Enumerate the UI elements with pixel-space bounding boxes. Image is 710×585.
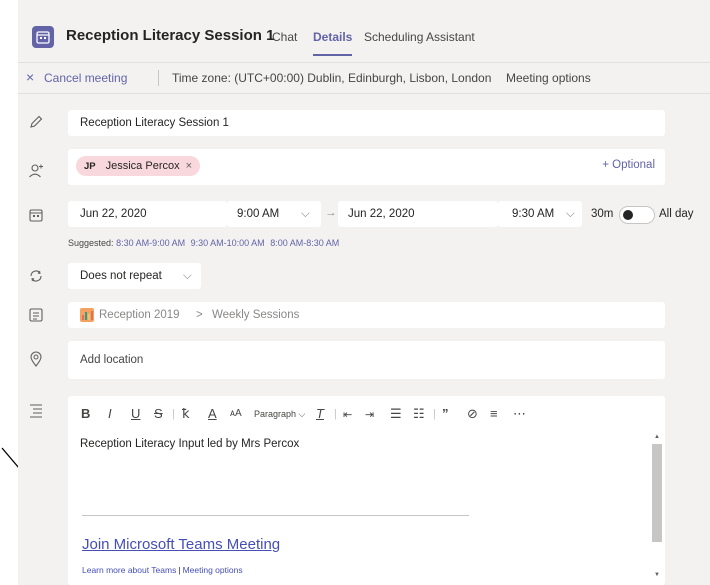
attendees-field[interactable]: JP Jessica Percox × + Optional — [68, 149, 665, 185]
close-icon[interactable]: × — [26, 69, 34, 85]
calendar-icon — [29, 209, 43, 222]
channel-team: Reception 2019 — [99, 309, 180, 321]
repeat-value: Does not repeat — [80, 270, 162, 282]
attendee-initials: JP — [84, 160, 96, 172]
location-input[interactable]: Add location — [80, 354, 143, 366]
meeting-description[interactable]: Reception Literacy Input led by Mrs Perc… — [80, 438, 299, 450]
meeting-details-window: Reception Literacy Session 1 Chat Detail… — [18, 0, 710, 585]
start-date-picker[interactable]: Jun 22, 2020 — [68, 201, 227, 227]
channel-separator: > — [196, 309, 203, 321]
meeting-options-link[interactable]: Meeting options — [183, 565, 243, 575]
add-people-icon — [29, 164, 43, 178]
remove-attendee-icon[interactable]: × — [186, 160, 192, 172]
font-color-button[interactable]: A — [208, 406, 217, 421]
divider — [158, 70, 159, 86]
suggested-label: Suggested: — [68, 238, 114, 248]
strikethrough-button[interactable]: S — [154, 406, 163, 421]
chevron-down-icon: ⌵ — [566, 208, 575, 220]
text-align-icon — [30, 404, 42, 418]
scroll-down-icon[interactable]: ▼ — [652, 572, 662, 578]
title-input[interactable]: Reception Literacy Session 1 — [80, 117, 229, 129]
end-time-picker[interactable]: 9:30 AM ⌵ — [498, 201, 582, 227]
clear-format-button[interactable]: T — [316, 406, 324, 421]
join-meeting-link[interactable]: Join Microsoft Teams Meeting — [82, 536, 280, 553]
scrollbar-thumb[interactable] — [652, 444, 662, 542]
all-day-label: All day — [659, 208, 694, 220]
numbered-list-icon[interactable]: ☷ — [413, 406, 425, 422]
meeting-title: Reception Literacy Session 1 — [66, 27, 275, 44]
increase-indent-icon[interactable]: ⇥ — [365, 408, 374, 421]
meeting-header: Reception Literacy Session 1 Chat Detail… — [18, 16, 710, 58]
paragraph-label: Paragraph — [254, 409, 297, 419]
suggested-time-3[interactable]: 8:00 AM-8:30 AM — [270, 238, 339, 248]
end-time-value: 9:30 AM — [512, 208, 555, 220]
toolbar-divider: | — [433, 408, 436, 420]
arrow-right-icon: → — [325, 207, 337, 219]
highlight-icon[interactable]: ꝁ — [182, 406, 190, 422]
meeting-links: Learn more about Teams | Meeting options — [82, 565, 243, 575]
suggested-times: Suggested: 8:30 AM-9:00 AM 9:30 AM-10:00… — [68, 238, 342, 248]
chevron-down-icon: ⌵ — [183, 270, 192, 282]
end-date-picker[interactable]: Jun 22, 2020 — [338, 201, 498, 227]
start-time-picker[interactable]: 9:00 AM ⌵ — [227, 201, 321, 227]
repeat-icon — [30, 270, 42, 282]
duration-label: 30m — [591, 208, 614, 220]
add-optional-button[interactable]: + Optional — [602, 159, 655, 171]
tab-chat[interactable]: Chat — [272, 30, 297, 44]
learn-more-link[interactable]: Learn more about Teams — [82, 565, 176, 575]
repeat-dropdown[interactable]: Does not repeat ⌵ — [68, 263, 201, 289]
pencil-icon — [30, 115, 43, 128]
timezone-selector[interactable]: Time zone: (UTC+00:00) Dublin, Edinburgh… — [172, 71, 491, 85]
location-icon — [30, 351, 42, 367]
end-date-value: Jun 22, 2020 — [348, 208, 415, 220]
start-date-value: Jun 22, 2020 — [80, 208, 147, 220]
start-time-value: 9:00 AM — [237, 208, 280, 220]
horizontal-rule-icon[interactable]: ≡ — [490, 406, 498, 421]
calendar-icon — [32, 26, 54, 48]
toolbar-divider: | — [334, 408, 337, 420]
all-day-toggle[interactable] — [619, 206, 655, 224]
title-field[interactable]: Reception Literacy Session 1 — [68, 110, 665, 136]
paragraph-dropdown[interactable]: Paragraph ⌵ — [254, 409, 305, 420]
tab-details[interactable]: Details — [313, 30, 353, 56]
chevron-down-icon: ⌵ — [301, 208, 310, 220]
attendee-chip[interactable]: JP Jessica Percox × — [76, 156, 201, 176]
tab-scheduling-assistant[interactable]: Scheduling Assistant — [364, 30, 475, 44]
font-size-button[interactable]: ᴀA — [230, 408, 242, 419]
team-icon — [80, 308, 94, 322]
command-bar: × Cancel meeting Time zone: (UTC+00:00) … — [18, 62, 710, 94]
details-editor[interactable]: B I U S | ꝁ A ᴀA Paragraph ⌵ T | ⇤ ⇥ ☰ ☷… — [68, 396, 665, 585]
underline-button[interactable]: U — [131, 406, 140, 421]
divider — [82, 515, 469, 516]
link-icon[interactable]: ⊘ — [467, 406, 478, 422]
location-field[interactable]: Add location — [68, 341, 665, 379]
suggested-time-1[interactable]: 8:30 AM-9:00 AM — [116, 238, 185, 248]
link-separator: | — [178, 565, 181, 575]
meeting-options-button[interactable]: Meeting options — [506, 71, 591, 85]
bold-button[interactable]: B — [81, 406, 90, 421]
cancel-meeting-button[interactable]: Cancel meeting — [44, 71, 127, 85]
suggested-time-2[interactable]: 9:30 AM-10:00 AM — [191, 238, 265, 248]
bullet-list-icon[interactable]: ☰ — [390, 406, 402, 422]
decrease-indent-icon[interactable]: ⇤ — [343, 408, 352, 421]
editor-scrollbar[interactable]: ▲ ▼ — [652, 434, 662, 585]
more-options-icon[interactable]: ⋯ — [513, 406, 526, 422]
attendee-name: Jessica Percox — [105, 160, 180, 172]
toolbar-divider: | — [172, 408, 175, 420]
channel-icon — [29, 308, 43, 322]
channel-field[interactable]: Reception 2019 > Weekly Sessions — [68, 302, 665, 328]
quote-icon[interactable]: ” — [442, 406, 449, 421]
scroll-up-icon[interactable]: ▲ — [652, 434, 662, 440]
italic-button[interactable]: I — [108, 406, 112, 421]
channel-name: Weekly Sessions — [212, 309, 300, 321]
